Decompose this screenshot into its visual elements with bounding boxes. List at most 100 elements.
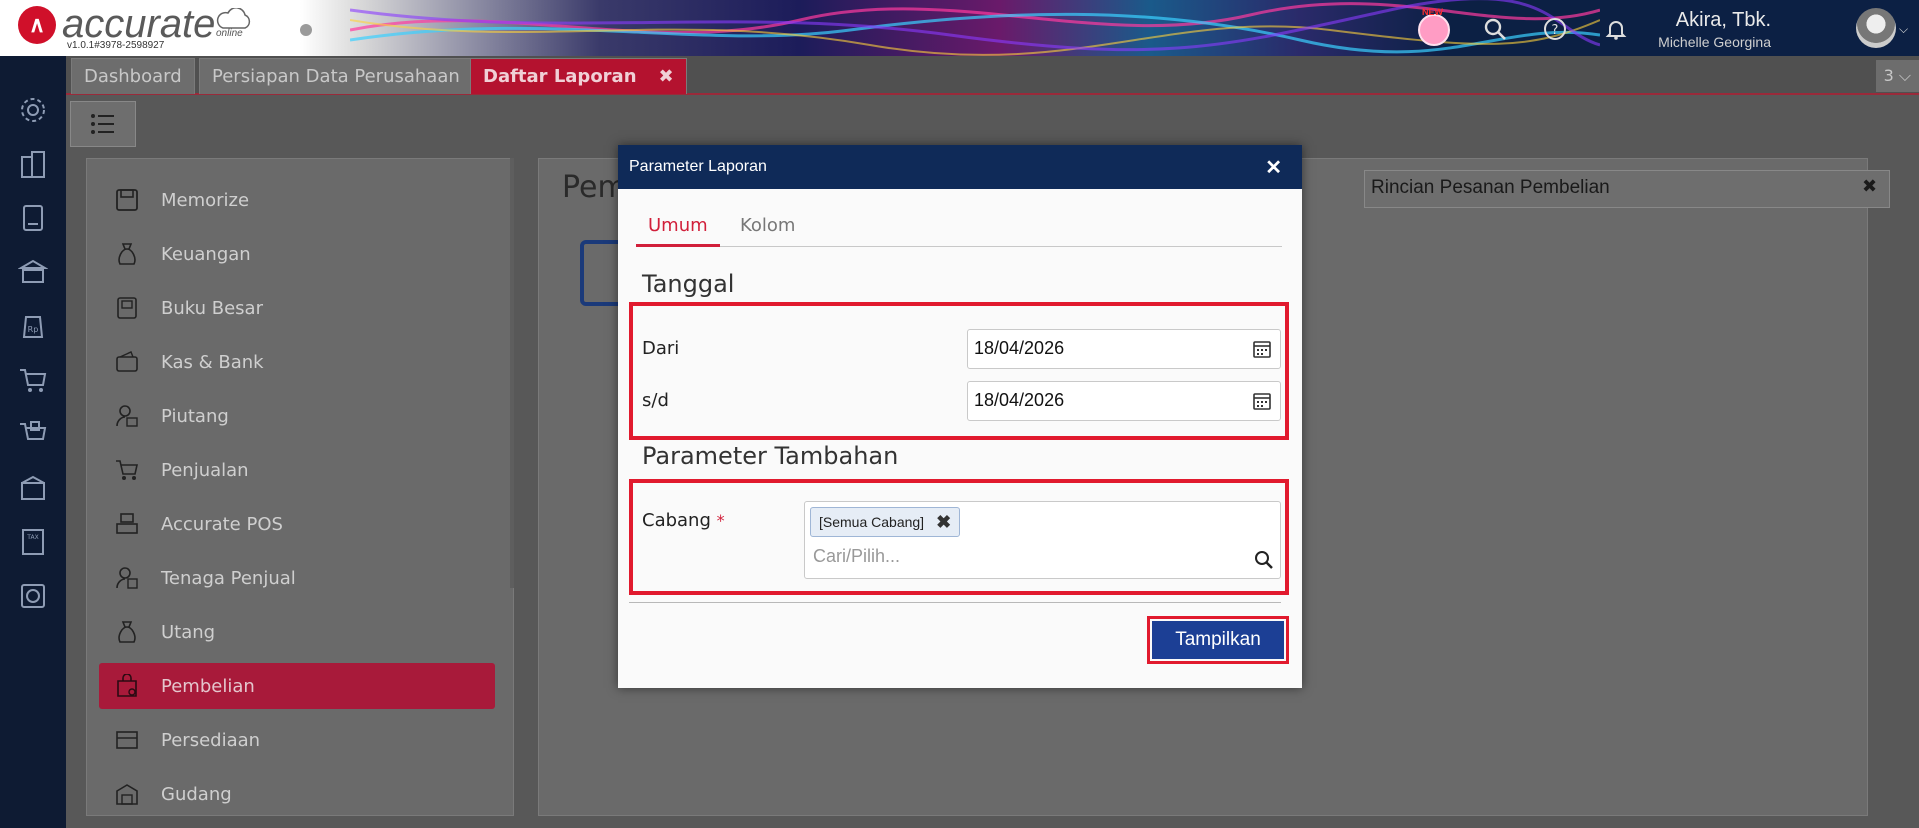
svg-text:Rp: Rp xyxy=(28,325,39,334)
tax-icon[interactable]: TAX xyxy=(17,526,49,558)
payable-icon xyxy=(111,616,143,648)
menu-item-label: Tenaga Penjual xyxy=(161,567,296,589)
search-icon[interactable] xyxy=(1480,14,1510,44)
company-building-icon[interactable] xyxy=(17,148,49,180)
tab-umum[interactable]: Umum xyxy=(648,215,708,236)
module-rail: Rp TAX xyxy=(0,56,66,828)
svg-text:?: ? xyxy=(1552,23,1559,38)
menu-item-label: Keuangan xyxy=(161,243,251,265)
tampilkan-button[interactable]: Tampilkan xyxy=(1152,621,1284,659)
menu-item-label: Kas & Bank xyxy=(161,351,264,373)
report-chart-icon[interactable] xyxy=(17,580,49,612)
list-icon xyxy=(91,114,114,134)
branch-label: Cabang * xyxy=(642,510,725,531)
from-date-input[interactable]: 18/04/2026 xyxy=(967,329,1281,369)
menu-item-label: Pembelian xyxy=(161,675,255,697)
menu-item-label: Piutang xyxy=(161,405,229,427)
from-date-value: 18/04/2026 xyxy=(974,338,1065,358)
new-feature-mascot-icon[interactable] xyxy=(1418,14,1450,46)
warehouse-icon xyxy=(111,778,143,810)
tab-kolom[interactable]: Kolom xyxy=(740,215,795,236)
menu-item-persediaan[interactable]: Persediaan xyxy=(99,717,495,763)
report-group-title: Pem xyxy=(562,170,627,205)
bank-icon[interactable] xyxy=(17,256,49,288)
open-tabs-count[interactable]: 3 ⌵ xyxy=(1875,60,1919,92)
tab-dashboard[interactable]: Dashboard xyxy=(71,58,195,94)
tab-divider xyxy=(636,246,1282,247)
wallet-icon xyxy=(111,346,143,378)
branch-search-input[interactable]: Cari/Pilih... xyxy=(813,546,900,567)
list-view-button[interactable] xyxy=(70,101,136,147)
report-search-input[interactable]: Rincian Pesanan Pembelian xyxy=(1364,170,1890,208)
menu-item-tenaga-penjual[interactable]: Tenaga Penjual xyxy=(99,555,495,601)
chevron-down-icon[interactable]: ⌵ xyxy=(1899,22,1908,37)
salesperson-icon xyxy=(111,562,143,594)
calendar-icon[interactable] xyxy=(1252,339,1272,359)
to-label: s/d xyxy=(642,390,669,411)
book-icon[interactable] xyxy=(17,202,49,234)
inventory-icon[interactable] xyxy=(17,472,49,504)
close-icon[interactable]: ✕ xyxy=(1265,155,1282,180)
menu-item-label: Accurate POS xyxy=(161,513,283,535)
menu-scrollbar[interactable] xyxy=(510,158,514,588)
menu-item-label: Gudang xyxy=(161,783,232,805)
menu-item-buku-besar[interactable]: Buku Besar xyxy=(99,285,495,331)
menu-item-piutang[interactable]: Piutang xyxy=(99,393,495,439)
bell-icon[interactable] xyxy=(1601,14,1631,44)
avatar[interactable] xyxy=(1856,8,1896,48)
pos-icon xyxy=(111,508,143,540)
cloud-icon xyxy=(216,8,251,29)
branch-chip-label: [Semua Cabang] xyxy=(819,514,925,530)
report-category-menu: Memorize Keuangan Buku Besar Kas & Bank … xyxy=(86,158,514,816)
tab-daftar-laporan[interactable]: Daftar Laporan ✖ xyxy=(470,58,687,94)
menu-item-penjualan[interactable]: Penjualan xyxy=(99,447,495,493)
help-icon[interactable]: ? xyxy=(1540,14,1570,44)
menu-item-pembelian[interactable]: Pembelian xyxy=(99,663,495,709)
menu-item-keuangan[interactable]: Keuangan xyxy=(99,231,495,277)
receivable-icon xyxy=(111,400,143,432)
dialog-header: Parameter Laporan ✕ xyxy=(618,145,1302,189)
to-date-value: 18/04/2026 xyxy=(974,390,1065,410)
tab-label: Daftar Laporan xyxy=(483,66,637,87)
footer-divider xyxy=(629,602,1281,603)
clear-search-icon[interactable]: ✖ xyxy=(1862,176,1877,197)
menu-item-memorize[interactable]: Memorize xyxy=(99,177,495,223)
search-icon[interactable] xyxy=(1254,550,1274,570)
menu-item-label: Buku Besar xyxy=(161,297,263,319)
tab-bar: Dashboard Persiapan Data Perusahaan Daft… xyxy=(66,56,1919,95)
receivable-icon[interactable]: Rp xyxy=(17,310,49,342)
menu-item-kas-bank[interactable]: Kas & Bank xyxy=(99,339,495,385)
section-title-parameter-tambahan: Parameter Tambahan xyxy=(642,442,899,470)
purchase-cart-icon[interactable] xyxy=(17,418,49,450)
section-title-tanggal: Tanggal xyxy=(642,270,735,298)
menu-item-gudang[interactable]: Gudang xyxy=(99,771,495,817)
tab-label: Persiapan Data Perusahaan xyxy=(212,66,460,87)
cart-icon[interactable] xyxy=(17,364,49,396)
save-icon xyxy=(111,184,143,216)
parameter-laporan-dialog: Parameter Laporan ✕ Umum Kolom Tanggal D… xyxy=(618,145,1302,688)
tab-persiapan-data[interactable]: Persiapan Data Perusahaan xyxy=(199,58,473,94)
menu-item-label: Persediaan xyxy=(161,729,261,751)
to-date-input[interactable]: 18/04/2026 xyxy=(967,381,1281,421)
brand-online: online xyxy=(216,28,243,39)
ledger-icon xyxy=(111,292,143,324)
required-mark: * xyxy=(716,511,725,530)
top-bar: ∧ accurate online v1.0.1#3978-2598927 NE… xyxy=(0,0,1919,56)
close-icon[interactable]: ✖ xyxy=(659,66,674,87)
remove-chip-icon[interactable]: ✖ xyxy=(936,512,951,533)
branch-chip: [Semua Cabang] ✖ xyxy=(810,507,961,537)
user-company[interactable]: Akira, Tbk. xyxy=(1676,9,1771,32)
status-dot-icon xyxy=(300,24,312,36)
header-wave-decoration xyxy=(350,0,1600,56)
branch-multiselect[interactable]: [Semua Cabang] ✖ Cari/Pilih... xyxy=(804,501,1281,579)
calendar-icon[interactable] xyxy=(1252,391,1272,411)
gear-icon[interactable] xyxy=(17,94,49,126)
menu-item-utang[interactable]: Utang xyxy=(99,609,495,655)
user-name[interactable]: Michelle Georgina xyxy=(1658,34,1771,50)
money-bag-icon xyxy=(111,238,143,270)
cart-icon xyxy=(111,454,143,486)
menu-item-accurate-pos[interactable]: Accurate POS xyxy=(99,501,495,547)
menu-item-label: Utang xyxy=(161,621,216,643)
version-label: v1.0.1#3978-2598927 xyxy=(67,40,165,51)
accurate-logo-icon[interactable]: ∧ xyxy=(18,6,56,44)
